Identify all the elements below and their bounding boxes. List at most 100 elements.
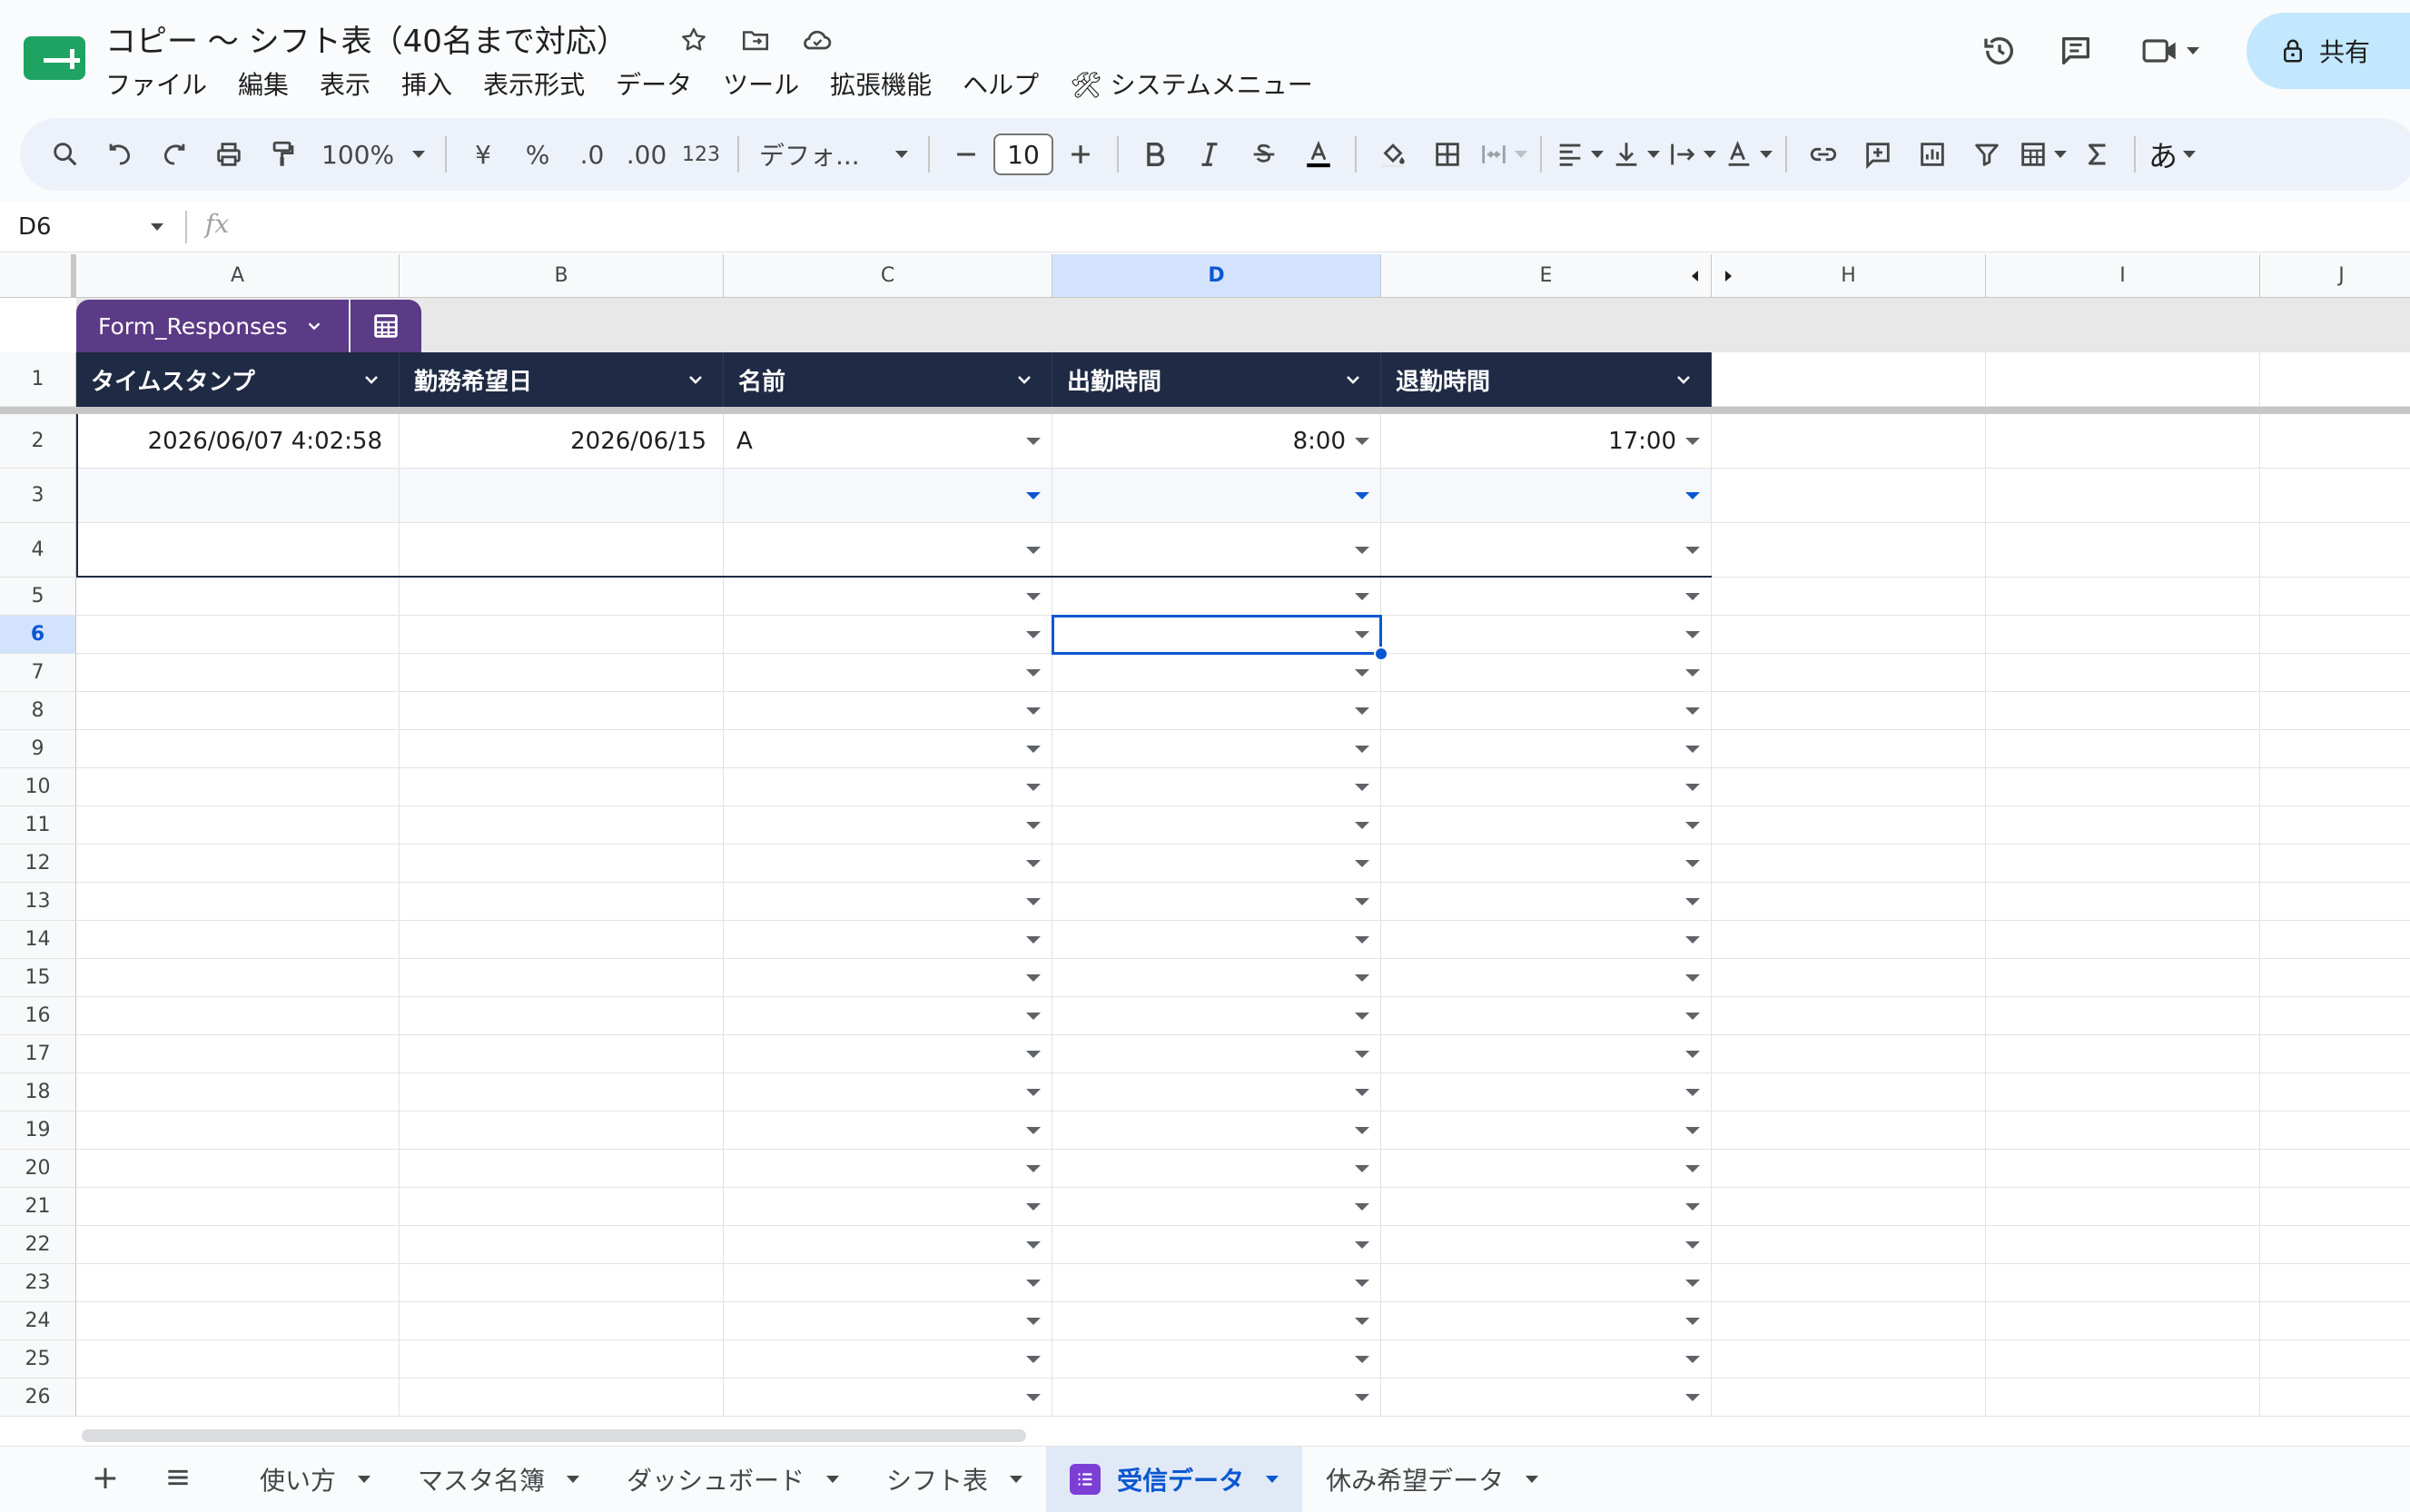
menu-data[interactable]: データ	[600, 65, 707, 102]
grid-cell[interactable]	[724, 921, 1052, 959]
grid-cell[interactable]	[1381, 1188, 1712, 1226]
dropdown-arrow-icon[interactable]	[1026, 437, 1041, 445]
font-select[interactable]: デフォ...	[752, 129, 915, 180]
grid-cell[interactable]	[2260, 1112, 2410, 1150]
dropdown-arrow-icon[interactable]	[1685, 1012, 1700, 1020]
row-header[interactable]: 17	[0, 1035, 76, 1073]
grid-cell[interactable]	[2260, 1150, 2410, 1188]
grid-cell[interactable]	[76, 578, 400, 616]
grid-cell[interactable]	[1712, 1379, 1986, 1417]
table-column-header[interactable]: 勤務希望日	[400, 352, 724, 407]
grid-cell[interactable]	[76, 845, 400, 883]
grid-cell[interactable]	[1052, 523, 1381, 578]
dropdown-arrow-icon[interactable]	[1355, 745, 1369, 753]
dropdown-arrow-icon[interactable]	[1685, 897, 1700, 905]
grid-cell[interactable]	[1381, 730, 1712, 768]
document-title[interactable]: コピー 〜 シフト表（40名まで対応）	[105, 16, 627, 61]
grid-cell[interactable]	[2260, 883, 2410, 921]
tab-howto[interactable]: 使い方	[236, 1447, 394, 1512]
grid-cell[interactable]	[2260, 1035, 2410, 1073]
grid-cell[interactable]	[1986, 692, 2260, 730]
cloud-saved-icon[interactable]	[799, 22, 835, 58]
grid-cell[interactable]	[1986, 1188, 2260, 1226]
grid-cell[interactable]	[724, 578, 1052, 616]
grid-cell[interactable]	[2260, 768, 2410, 806]
grid-cell[interactable]	[2260, 997, 2410, 1035]
row-header[interactable]: 14	[0, 921, 76, 959]
grid-cell[interactable]	[2260, 959, 2410, 997]
grid-cell[interactable]	[1381, 1112, 1712, 1150]
grid-cell[interactable]	[1712, 730, 1986, 768]
grid-cell[interactable]: 8:00	[1052, 414, 1381, 469]
grid-cell[interactable]	[1712, 959, 1986, 997]
formula-input[interactable]	[263, 207, 2352, 247]
grid-cell[interactable]	[2260, 1264, 2410, 1302]
dropdown-arrow-icon[interactable]	[1026, 1012, 1041, 1020]
column-header-b[interactable]: B	[400, 254, 724, 298]
grid-cell[interactable]	[724, 959, 1052, 997]
dropdown-arrow-icon[interactable]	[1685, 935, 1700, 944]
dropdown-arrow-icon[interactable]	[1355, 897, 1369, 905]
grid-cell[interactable]	[1986, 616, 2260, 654]
table-column-header[interactable]: 名前	[724, 352, 1052, 407]
grid-cell[interactable]: 17:00	[1381, 414, 1712, 469]
dropdown-arrow-icon[interactable]	[1026, 1279, 1041, 1287]
grid-cell[interactable]	[1381, 1035, 1712, 1073]
row-header[interactable]: 1	[0, 352, 76, 407]
grid-cell[interactable]	[76, 523, 400, 578]
grid-cell[interactable]	[1712, 1035, 1986, 1073]
redo-icon[interactable]	[151, 129, 198, 180]
grid-cell[interactable]	[400, 1340, 724, 1379]
text-wrapping-icon[interactable]	[1667, 129, 1716, 180]
sheets-logo-icon[interactable]	[24, 36, 85, 80]
grid-cell[interactable]	[2260, 1226, 2410, 1264]
borders-icon[interactable]	[1424, 129, 1471, 180]
dropdown-arrow-icon[interactable]	[1355, 592, 1369, 600]
grid-cell[interactable]	[400, 654, 724, 692]
all-sheets-icon[interactable]	[160, 1459, 196, 1496]
chevron-down-icon[interactable]	[1342, 369, 1364, 390]
row-header[interactable]: 9	[0, 730, 76, 768]
grid-cell[interactable]	[400, 768, 724, 806]
grid-cell[interactable]	[1381, 959, 1712, 997]
grid-cell[interactable]	[2260, 921, 2410, 959]
grid-cell[interactable]	[1712, 578, 1986, 616]
row-header[interactable]: 26	[0, 1379, 76, 1417]
grid-cell[interactable]	[400, 1150, 724, 1188]
dropdown-arrow-icon[interactable]	[1026, 1240, 1041, 1249]
grid-cell[interactable]	[76, 1226, 400, 1264]
grid-cell[interactable]	[1052, 616, 1381, 654]
grid-cell[interactable]	[76, 1302, 400, 1340]
number-format-button[interactable]: 123	[677, 129, 725, 180]
dropdown-arrow-icon[interactable]	[1685, 1202, 1700, 1211]
grid-cell[interactable]	[724, 768, 1052, 806]
grid-cell[interactable]	[724, 1188, 1052, 1226]
grid-cell[interactable]	[724, 1340, 1052, 1379]
horizontal-align-icon[interactable]	[1555, 129, 1604, 180]
dropdown-arrow-icon[interactable]	[1685, 592, 1700, 600]
grid-cell[interactable]	[1712, 921, 1986, 959]
decrease-decimal-button[interactable]: .0	[568, 129, 616, 180]
grid-cell[interactable]	[1052, 692, 1381, 730]
dropdown-arrow-icon[interactable]	[1026, 897, 1041, 905]
grid-cell[interactable]	[1381, 921, 1712, 959]
grid-cell[interactable]	[76, 616, 400, 654]
grid-cell[interactable]	[1381, 654, 1712, 692]
grid-cell[interactable]	[1986, 1226, 2260, 1264]
dropdown-arrow-icon[interactable]	[1355, 1126, 1369, 1134]
decrease-font-size-icon[interactable]	[943, 129, 990, 180]
dropdown-arrow-icon[interactable]	[1685, 1164, 1700, 1172]
grid-cell[interactable]	[1052, 1073, 1381, 1112]
grid-cell[interactable]	[400, 1379, 724, 1417]
dropdown-arrow-icon[interactable]	[1355, 1393, 1369, 1401]
paint-format-icon[interactable]	[260, 129, 307, 180]
grid-cell[interactable]	[1986, 1073, 2260, 1112]
dropdown-arrow-icon[interactable]	[1355, 935, 1369, 944]
grid-cell[interactable]	[1052, 997, 1381, 1035]
grid-cell[interactable]	[1381, 1150, 1712, 1188]
grid-cell[interactable]	[1712, 845, 1986, 883]
grid-cell[interactable]	[1986, 1150, 2260, 1188]
grid-cell[interactable]	[724, 730, 1052, 768]
grid-cell[interactable]	[1712, 768, 1986, 806]
currency-format-button[interactable]: ¥	[459, 129, 507, 180]
